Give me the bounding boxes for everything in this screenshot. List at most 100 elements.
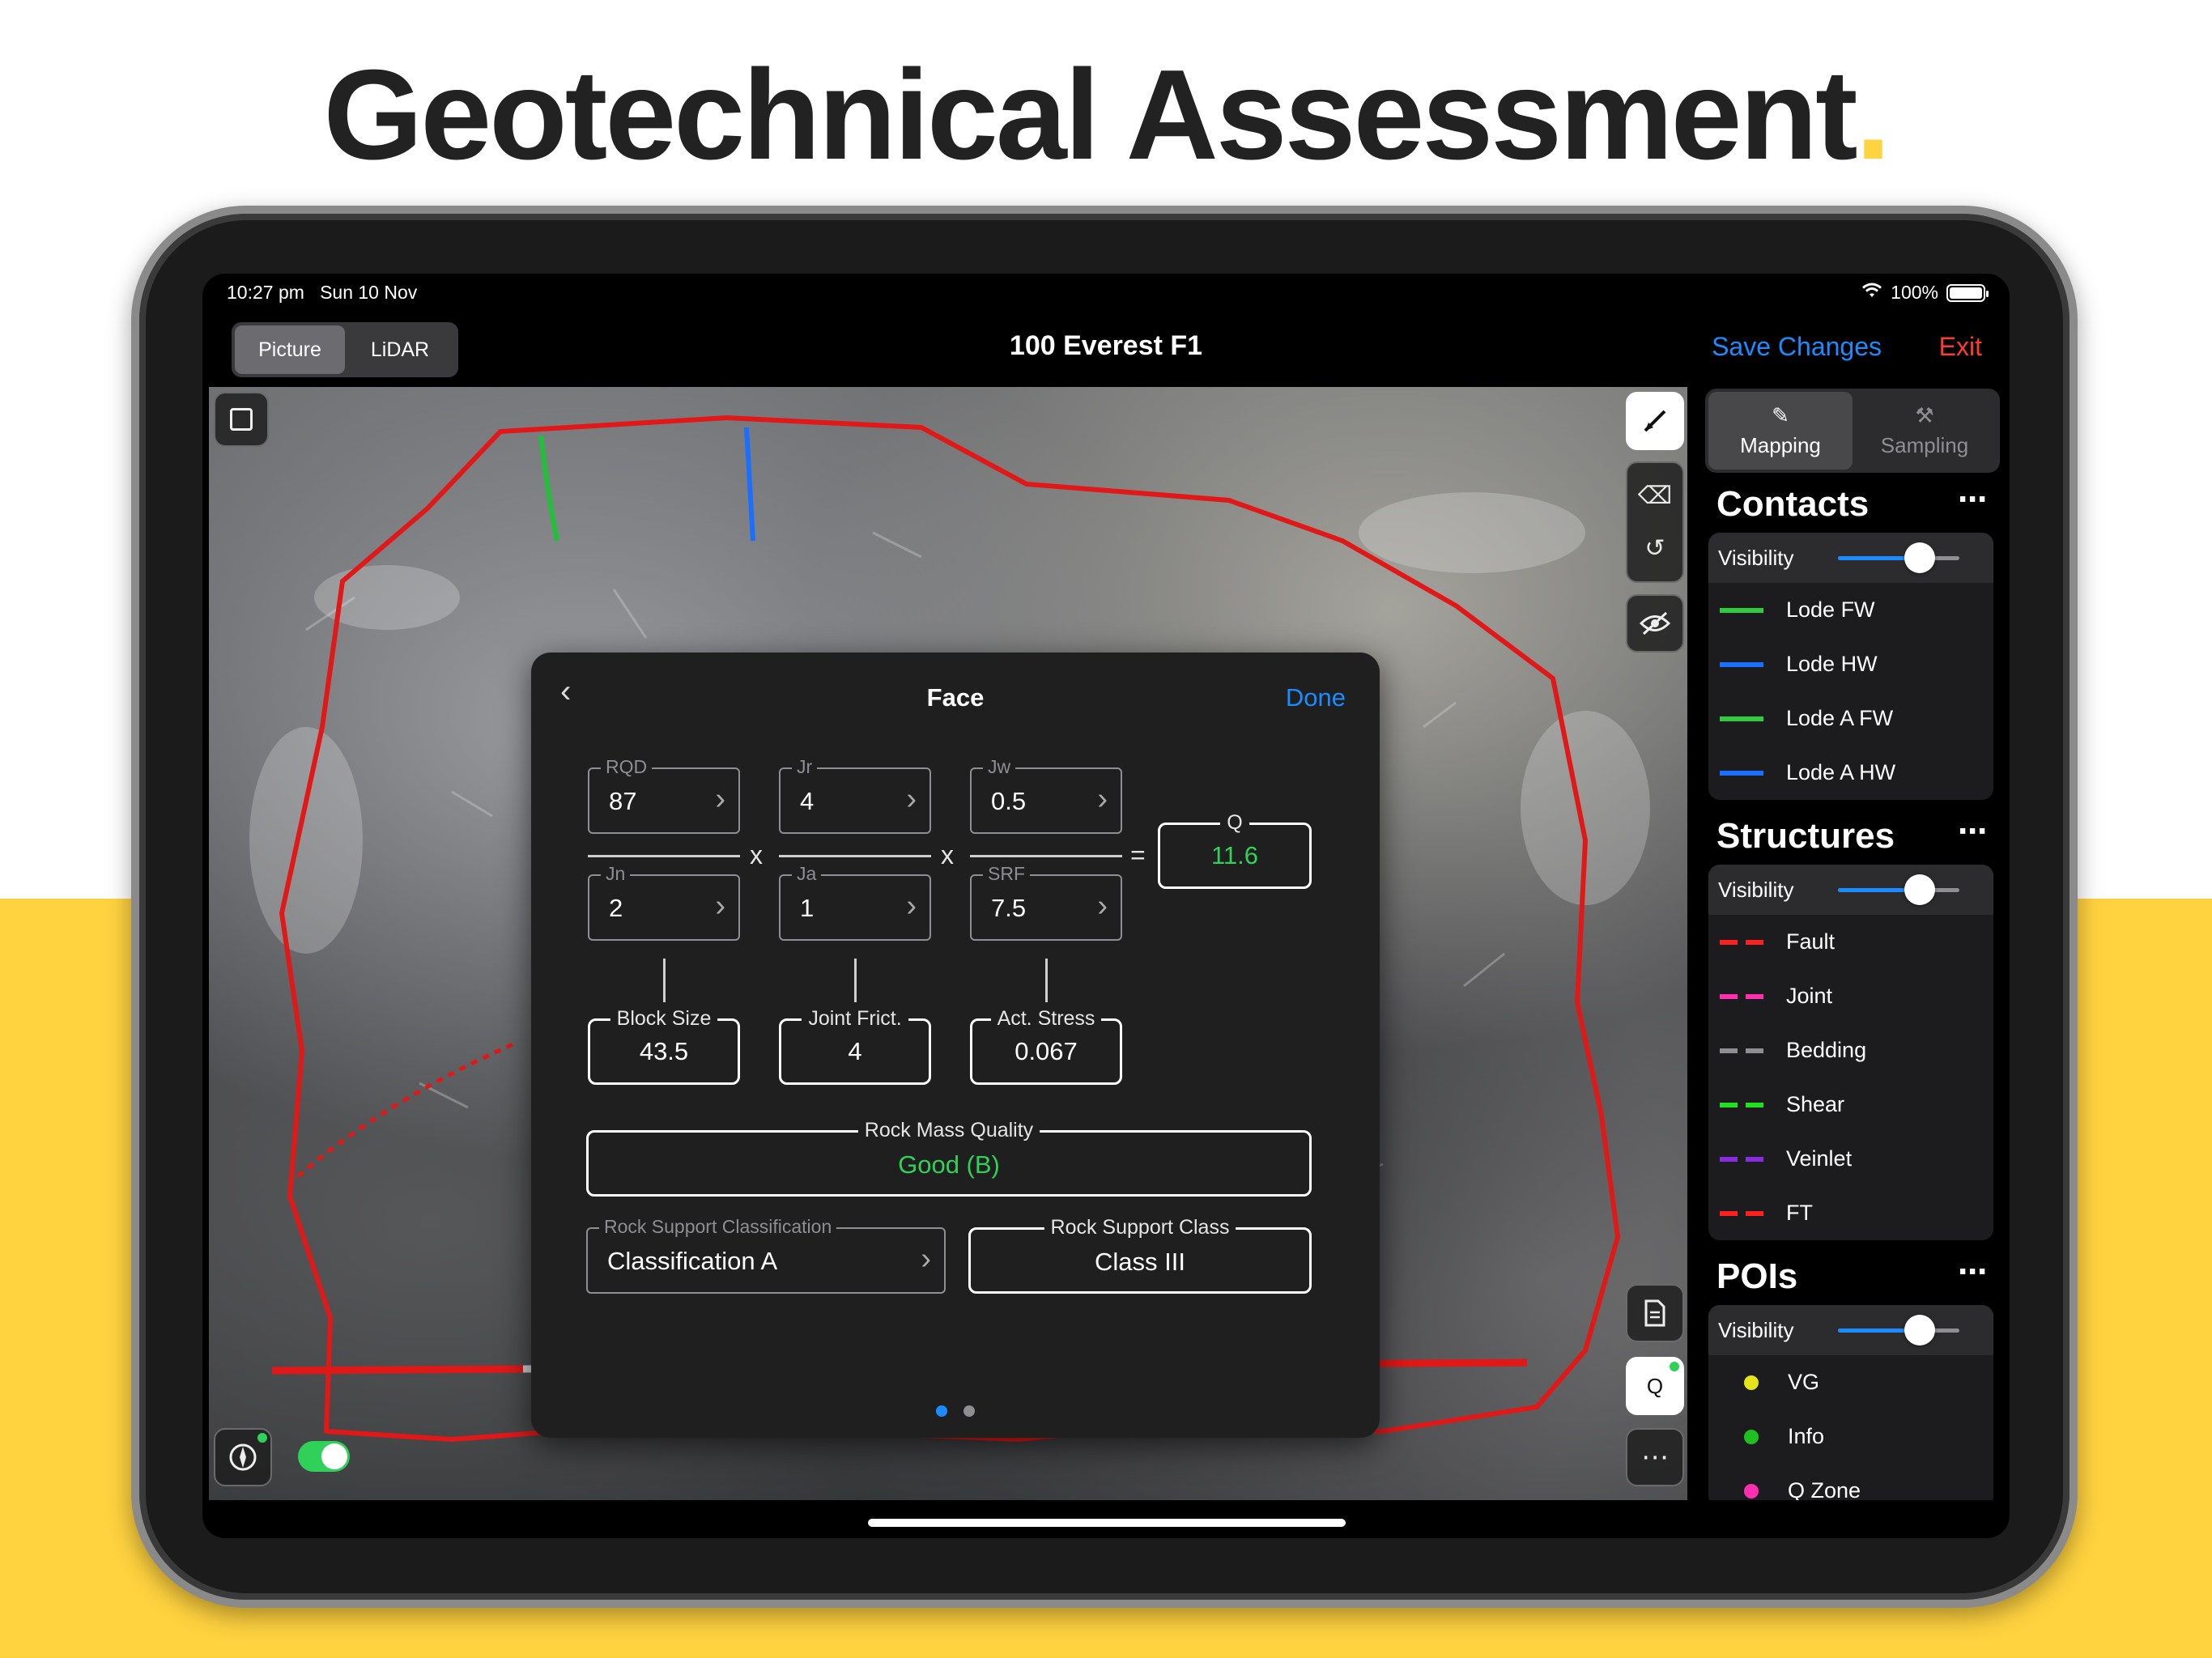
jn-field[interactable]: Jn 2 › (588, 863, 740, 941)
tab-sampling[interactable]: ⚒ Sampling (1853, 392, 1997, 470)
contact-item[interactable]: Lode FW (1708, 583, 1993, 637)
poi-item[interactable]: VG (1708, 1355, 1993, 1409)
srf-field[interactable]: SRF 7.5 › (970, 863, 1122, 941)
structures-visibility-row: Visibility (1708, 865, 1993, 915)
equals-operator: = (1130, 840, 1146, 869)
draw-tool-button[interactable] (1626, 392, 1684, 450)
contact-item-label: Lode HW (1786, 652, 1878, 676)
chevron-right-icon: › (715, 782, 725, 816)
rqd-field[interactable]: RQD 87 › (588, 756, 740, 834)
home-indicator[interactable] (868, 1519, 1346, 1527)
structure-item[interactable]: Veinlet (1708, 1132, 1993, 1186)
more-tools-button[interactable]: ⋯ (1626, 1428, 1684, 1486)
face-photo-canvas[interactable]: ⌫ ↺ Q ⋯ ‹ Face Done RQD 87 › Jr 4 › Jw 0… (209, 387, 1687, 1500)
chevron-right-icon: › (921, 1242, 931, 1276)
layers-panel: ✎ Mapping ⚒ Sampling Contacts ⋯ Visibili… (1702, 387, 2003, 1500)
active-indicator (1670, 1362, 1679, 1371)
structure-item[interactable]: FT (1708, 1186, 1993, 1240)
connector-line (1045, 959, 1048, 1002)
dashed-line-swatch (1720, 993, 1763, 999)
poi-marker-icon (1744, 1375, 1759, 1390)
done-button[interactable]: Done (1286, 683, 1346, 712)
structure-item-label: Fault (1786, 929, 1836, 954)
pois-visibility-row: Visibility (1708, 1305, 1993, 1355)
structure-item-label: Bedding (1786, 1038, 1867, 1062)
chevron-right-icon: › (906, 782, 917, 816)
contact-item[interactable]: Lode A FW (1708, 691, 1993, 746)
rock-support-classification-field[interactable]: Rock Support Classification Classificati… (586, 1216, 946, 1294)
q-system-button[interactable]: Q (1626, 1357, 1684, 1415)
overlay-toggle[interactable] (298, 1441, 350, 1472)
eye-slash-icon (1639, 611, 1671, 636)
panel-tabs[interactable]: ✎ Mapping ⚒ Sampling (1705, 389, 2000, 473)
battery-icon (1946, 283, 1989, 302)
contact-item[interactable]: Lode A HW (1708, 746, 1993, 800)
rock-support-class-field: Rock Support Class Class III (968, 1216, 1312, 1294)
compass-icon (229, 1443, 257, 1471)
dashed-line-swatch (1720, 939, 1763, 945)
eraser-icon[interactable]: ⌫ (1638, 482, 1672, 510)
document-icon (1644, 1299, 1665, 1327)
save-changes-button[interactable]: Save Changes (1712, 332, 1882, 362)
page-indicator-dot-active[interactable] (936, 1405, 947, 1417)
dashed-line-swatch (1720, 1102, 1763, 1107)
rock-mass-quality-field: Rock Mass Quality Good (B) (586, 1119, 1312, 1197)
poi-item-label: VG (1788, 1370, 1820, 1394)
contacts-visibility-slider[interactable] (1838, 542, 1959, 573)
report-button[interactable] (1626, 1284, 1684, 1342)
status-bar-left: 10:27 pm Sun 10 Nov (227, 282, 418, 303)
chevron-right-icon: › (715, 889, 725, 923)
status-bar-right: 100% (1861, 282, 1989, 304)
structure-item-label: Shear (1786, 1092, 1845, 1116)
structure-item-label: Joint (1786, 984, 1833, 1008)
multiply-operator: x (941, 840, 954, 869)
hide-overlay-button[interactable] (1626, 594, 1684, 653)
poi-marker-icon (1744, 1429, 1759, 1444)
face-q-modal: ‹ Face Done RQD 87 › Jr 4 › Jw 0.5 › x x… (531, 653, 1380, 1438)
jr-field[interactable]: Jr 4 › (779, 756, 931, 834)
tab-mapping[interactable]: ✎ Mapping (1708, 392, 1853, 470)
chevron-right-icon: › (906, 889, 917, 923)
pois-title: POIs (1716, 1256, 1798, 1296)
contact-item-label: Lode FW (1786, 597, 1875, 622)
line-swatch (1720, 770, 1763, 776)
contacts-more-button[interactable]: ⋯ (1958, 483, 1989, 517)
fraction-line (779, 855, 931, 857)
contact-item-label: Lode A HW (1786, 760, 1896, 784)
poi-item[interactable]: Q Zone (1708, 1464, 1993, 1500)
undo-icon[interactable]: ↺ (1644, 534, 1665, 563)
square-icon (230, 408, 253, 431)
contacts-title: Contacts (1716, 484, 1870, 524)
contacts-card: Visibility Lode FW Lode HW Lode A FW Lode A… (1708, 533, 1993, 800)
poi-marker-icon (1744, 1483, 1759, 1499)
structure-item[interactable]: Shear (1708, 1078, 1993, 1132)
jw-field[interactable]: Jw 0.5 › (970, 756, 1122, 834)
block-size-field: Block Size 43.5 (588, 1007, 740, 1085)
line-swatch (1720, 716, 1763, 721)
structures-visibility-slider[interactable] (1838, 874, 1959, 905)
poi-item[interactable]: Info (1708, 1409, 1993, 1464)
poi-item-label: Q Zone (1788, 1478, 1861, 1500)
exit-button[interactable]: Exit (1939, 332, 1982, 362)
more-icon: ⋯ (1641, 1442, 1669, 1473)
pencil-icon: ✎ (1772, 403, 1789, 427)
pois-visibility-slider[interactable] (1838, 1315, 1959, 1346)
structure-item[interactable]: Fault (1708, 915, 1993, 969)
page-indicator-dot[interactable] (963, 1405, 975, 1417)
fraction-line (970, 855, 1122, 857)
q-result-field: Q 11.6 (1158, 811, 1312, 889)
app-screen: 10:27 pm Sun 10 Nov 100% Picture LiDAR 1… (202, 274, 2010, 1538)
pois-more-button[interactable]: ⋯ (1958, 1255, 1989, 1289)
active-stress-field: Act. Stress 0.067 (970, 1007, 1122, 1085)
poi-item-label: Info (1788, 1424, 1825, 1448)
wifi-icon (1861, 282, 1882, 304)
contact-item[interactable]: Lode HW (1708, 637, 1993, 691)
chevron-right-icon: › (1097, 782, 1108, 816)
select-frame-button[interactable] (214, 392, 269, 447)
compass-button[interactable] (214, 1428, 272, 1486)
ja-field[interactable]: Ja 1 › (779, 863, 931, 941)
structure-item[interactable]: Bedding (1708, 1023, 1993, 1078)
structures-more-button[interactable]: ⋯ (1958, 814, 1989, 848)
structure-item[interactable]: Joint (1708, 969, 1993, 1023)
connector-line (854, 959, 857, 1002)
